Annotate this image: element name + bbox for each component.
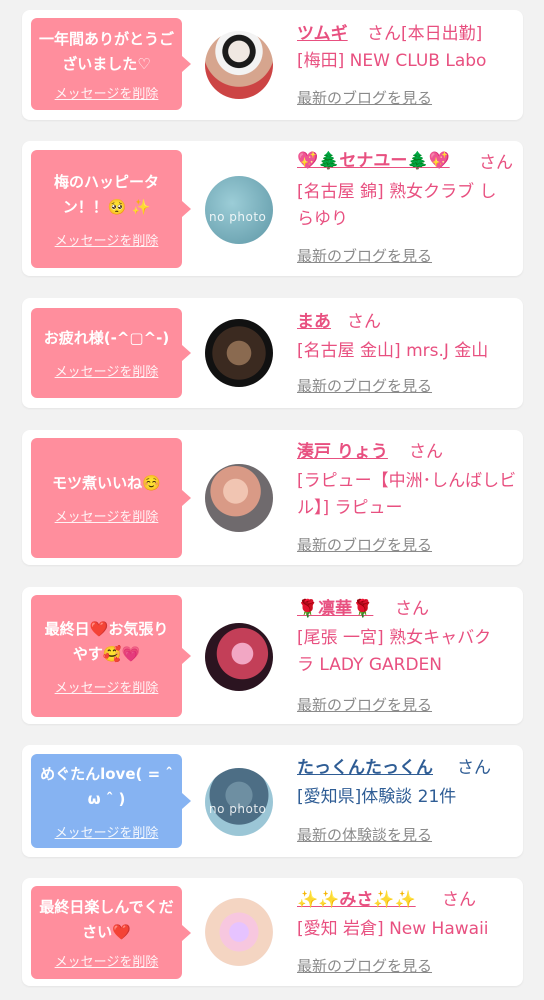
- name-suffix: さん: [347, 312, 381, 332]
- cast-name-link[interactable]: まあ: [297, 310, 331, 334]
- shop-name: [名古屋 金山] mrs.J 金山: [297, 341, 489, 361]
- avatar[interactable]: [205, 898, 273, 966]
- avatar[interactable]: [205, 319, 273, 387]
- message-bubble: 梅のハッピータン！！🥺 ✨ メッセージを削除: [31, 150, 191, 268]
- name-suffix: さん: [457, 758, 491, 778]
- shop-name: [名古屋 錦] 熟女クラブ しらゆり: [297, 182, 497, 229]
- message-text: 最終日楽しんでください❤️: [39, 898, 174, 941]
- shop-name: [ラピュー【中洲･しんばしビル】] ラピュー: [297, 471, 517, 518]
- message-bubble: めぐたんlove( = ˆ ω ˆ ) メッセージを削除: [31, 754, 191, 848]
- message-bubble: 最終日❤️お気張りやす🥰💗 メッセージを削除: [31, 595, 191, 717]
- name-suffix: さん: [409, 442, 443, 462]
- latest-blog-link[interactable]: 最新のブログを見る: [297, 956, 432, 976]
- avatar[interactable]: no photo: [205, 176, 273, 244]
- delete-message-link[interactable]: メッセージを削除: [55, 822, 159, 841]
- message-bubble: お疲れ様(-^▢^-) メッセージを削除: [31, 308, 191, 398]
- shop-name: [梅田] NEW CLUB Labo: [297, 51, 487, 71]
- name-suffix: さん[本日出勤]: [367, 24, 483, 44]
- avatar[interactable]: [205, 464, 273, 532]
- message-bubble: モツ煮いいね☺️ メッセージを削除: [31, 438, 191, 558]
- message-text: お疲れ様(-^▢^-): [43, 329, 170, 347]
- no-photo-label: no photo: [209, 802, 267, 816]
- latest-blog-link[interactable]: 最新のブログを見る: [297, 535, 432, 555]
- message-text: 一年間ありがとうございました♡: [39, 29, 175, 73]
- list-item: 一年間ありがとうございました♡ メッセージを削除 ツムギ さん[本日出勤] [梅…: [22, 10, 523, 120]
- delete-message-link[interactable]: メッセージを削除: [55, 230, 159, 249]
- delete-message-link[interactable]: メッセージを削除: [55, 83, 159, 102]
- no-photo-label: no photo: [209, 210, 267, 224]
- latest-review-link[interactable]: 最新の体験談を見る: [297, 825, 432, 845]
- delete-message-link[interactable]: メッセージを削除: [55, 951, 159, 970]
- name-suffix: さん: [442, 890, 476, 910]
- list-item: お疲れ様(-^▢^-) メッセージを削除 まあ さん [名古屋 金山] mrs.…: [22, 298, 523, 408]
- list-item: 最終日楽しんでください❤️ メッセージを削除 ✨✨みさ✨✨ さん [愛知 岩倉]…: [22, 878, 523, 986]
- latest-blog-link[interactable]: 最新のブログを見る: [297, 246, 432, 266]
- list-item: 梅のハッピータン！！🥺 ✨ メッセージを削除 no photo 💖🌲セナユー🌲💖…: [22, 141, 523, 276]
- message-text: 最終日❤️お気張りやす🥰💗: [44, 619, 169, 663]
- reviewer-name-link[interactable]: たっくんたっくん: [297, 756, 433, 780]
- delete-message-link[interactable]: メッセージを削除: [55, 361, 159, 380]
- message-bubble: 最終日楽しんでください❤️ メッセージを削除: [31, 886, 191, 979]
- message-list: 一年間ありがとうございました♡ メッセージを削除 ツムギ さん[本日出勤] [梅…: [0, 0, 544, 1000]
- review-summary: [愛知県]体験談 21件: [297, 787, 457, 807]
- latest-blog-link[interactable]: 最新のブログを見る: [297, 88, 432, 108]
- cast-name-link[interactable]: ツムギ: [297, 22, 348, 46]
- cast-name-link[interactable]: 湊戸 りょう: [297, 440, 388, 464]
- shop-name: [愛知 岩倉] New Hawaii: [297, 919, 489, 939]
- cast-name-link[interactable]: 💖🌲セナユー🌲💖: [297, 149, 450, 173]
- avatar[interactable]: no photo: [205, 768, 273, 836]
- message-text: 梅のハッピータン！！🥺 ✨: [53, 172, 159, 216]
- name-suffix: さん: [479, 153, 513, 173]
- shop-name: [尾張 一宮] 熟女キャバクラ LADY GARDEN: [297, 628, 492, 675]
- delete-message-link[interactable]: メッセージを削除: [55, 506, 159, 525]
- avatar[interactable]: [205, 31, 273, 99]
- cast-name-link[interactable]: 🌹凛華🌹: [297, 597, 373, 621]
- avatar[interactable]: [205, 623, 273, 691]
- latest-blog-link[interactable]: 最新のブログを見る: [297, 376, 432, 396]
- message-text: めぐたんlove( = ˆ ω ˆ ): [40, 764, 173, 808]
- latest-blog-link[interactable]: 最新のブログを見る: [297, 695, 432, 715]
- list-item: モツ煮いいね☺️ メッセージを削除 湊戸 りょう さん [ラピュー【中洲･しんば…: [22, 430, 523, 565]
- delete-message-link[interactable]: メッセージを削除: [55, 677, 159, 696]
- list-item: めぐたんlove( = ˆ ω ˆ ) メッセージを削除 no photo たっ…: [22, 745, 523, 857]
- list-item: 最終日❤️お気張りやす🥰💗 メッセージを削除 🌹凛華🌹 さん [尾張 一宮] 熟…: [22, 587, 523, 724]
- message-text: モツ煮いいね☺️: [52, 474, 161, 492]
- message-bubble: 一年間ありがとうございました♡ メッセージを削除: [31, 18, 191, 110]
- cast-name-link[interactable]: ✨✨みさ✨✨: [297, 888, 416, 912]
- name-suffix: さん: [395, 599, 429, 619]
